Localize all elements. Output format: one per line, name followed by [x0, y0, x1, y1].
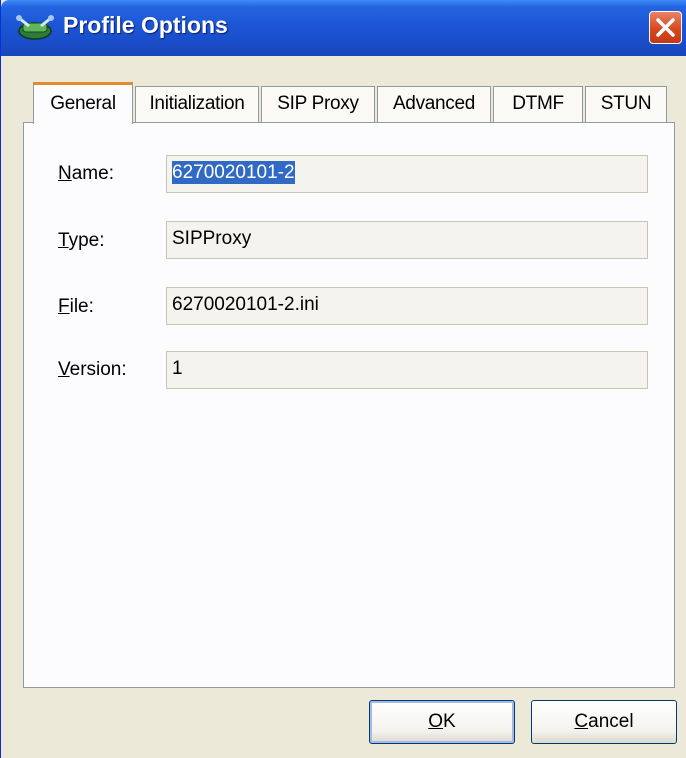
- cancel-button[interactable]: Cancel: [531, 700, 677, 744]
- window-title: Profile Options: [63, 12, 228, 38]
- tab-stun[interactable]: STUN: [585, 86, 667, 122]
- tab-dtmf[interactable]: DTMF: [493, 86, 583, 122]
- profile-options-dialog: Profile Options General Initialization S…: [0, 0, 686, 758]
- tab-general[interactable]: General: [33, 82, 133, 124]
- name-label: Name:: [58, 163, 114, 184]
- name-value: 6270020101-2: [172, 161, 295, 184]
- file-field[interactable]: 6270020101-2.ini: [166, 287, 648, 325]
- title-bar[interactable]: Profile Options: [1, 0, 686, 56]
- tab-initialization[interactable]: Initialization: [135, 86, 259, 122]
- type-label: Type:: [58, 230, 105, 251]
- file-label: File:: [58, 296, 94, 317]
- version-label: Version:: [58, 359, 127, 380]
- type-field[interactable]: SIPProxy: [166, 221, 648, 259]
- tab-sip-proxy[interactable]: SIP Proxy: [261, 86, 375, 122]
- name-field[interactable]: 6270020101-2: [166, 155, 648, 193]
- tab-advanced[interactable]: Advanced: [377, 86, 491, 122]
- network-profile-icon: [15, 14, 55, 42]
- close-button[interactable]: [649, 11, 682, 44]
- ok-button[interactable]: OK: [369, 700, 515, 744]
- general-tab-panel: Name: 6270020101-2 Type: SIPProxy File: …: [23, 122, 675, 688]
- close-icon: [656, 18, 675, 37]
- version-field[interactable]: 1: [166, 351, 648, 389]
